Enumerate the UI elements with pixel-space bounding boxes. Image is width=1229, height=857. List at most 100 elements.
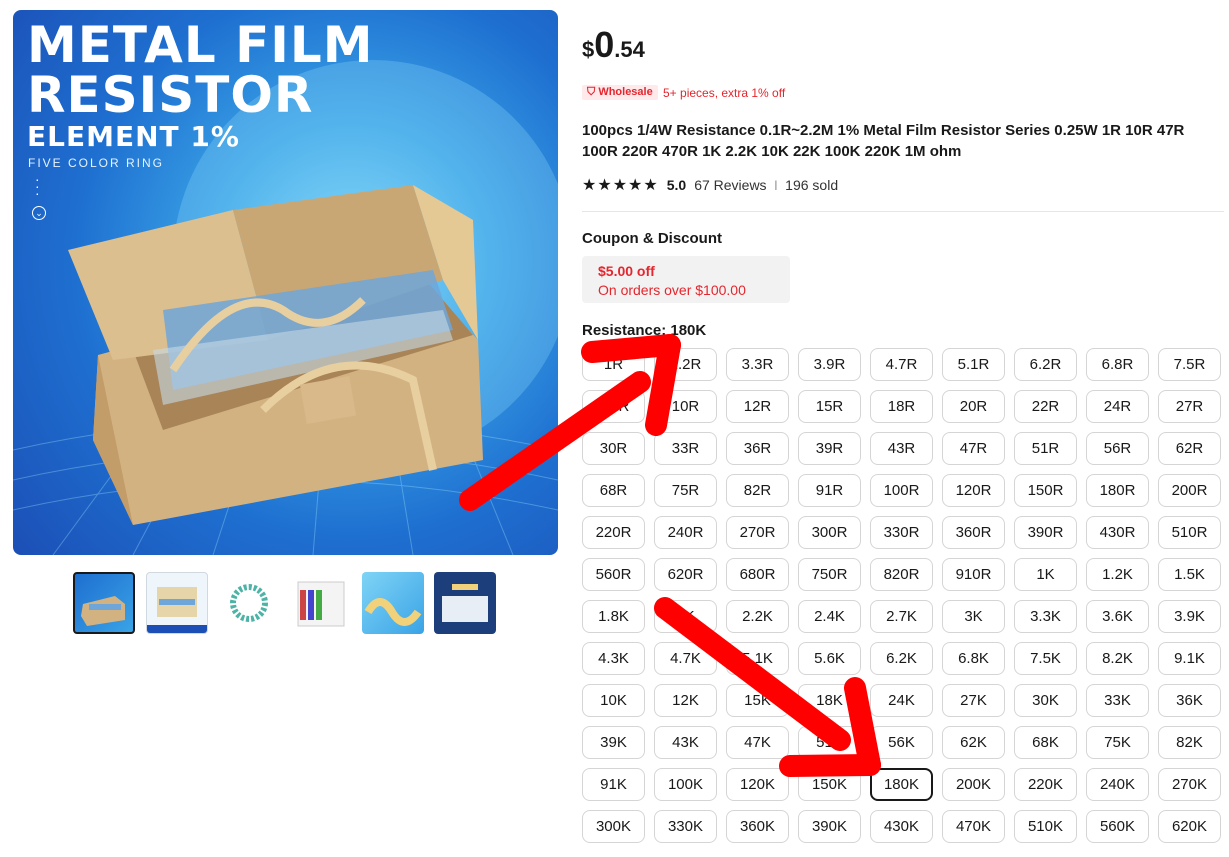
resistance-option[interactable]: 47K — [726, 726, 789, 759]
resistance-option[interactable]: 5.1K — [726, 642, 789, 675]
resistance-option[interactable]: 43K — [654, 726, 717, 759]
resistance-option[interactable]: 24R — [1086, 390, 1149, 423]
resistance-option[interactable]: 18R — [870, 390, 933, 423]
resistance-option[interactable]: 3K — [942, 600, 1005, 633]
resistance-option[interactable]: 7.5K — [1014, 642, 1077, 675]
resistance-option[interactable]: 100K — [654, 768, 717, 801]
resistance-option[interactable]: 330K — [654, 810, 717, 843]
resistance-option[interactable]: 2K — [654, 600, 717, 633]
resistance-option[interactable]: 120K — [726, 768, 789, 801]
resistance-option[interactable]: 91K — [582, 768, 645, 801]
resistance-option[interactable]: 27R — [1158, 390, 1221, 423]
resistance-option[interactable]: 1.8K — [582, 600, 645, 633]
resistance-option[interactable]: 24K — [870, 684, 933, 717]
resistance-option[interactable]: 3.3K — [1014, 600, 1077, 633]
resistance-option[interactable]: 4.3K — [582, 642, 645, 675]
resistance-option[interactable]: 1K — [1014, 558, 1077, 591]
resistance-option[interactable]: 510K — [1014, 810, 1077, 843]
resistance-option[interactable]: 2.7K — [870, 600, 933, 633]
resistance-option[interactable]: 8.2K — [1086, 642, 1149, 675]
resistance-option[interactable]: 18K — [798, 684, 861, 717]
resistance-option[interactable]: 4.7R — [870, 348, 933, 381]
resistance-option[interactable]: 10R — [654, 390, 717, 423]
resistance-option[interactable]: 360K — [726, 810, 789, 843]
resistance-option[interactable]: 560R — [582, 558, 645, 591]
resistance-option[interactable]: 680R — [726, 558, 789, 591]
resistance-option[interactable]: 3.6K — [1086, 600, 1149, 633]
resistance-option[interactable]: 39K — [582, 726, 645, 759]
resistance-option[interactable]: 51R — [1014, 432, 1077, 465]
resistance-option[interactable]: 9.1K — [1158, 642, 1221, 675]
resistance-option[interactable]: 75K — [1086, 726, 1149, 759]
resistance-option[interactable]: 2.2R — [654, 348, 717, 381]
resistance-option[interactable]: 270R — [726, 516, 789, 549]
resistance-option[interactable]: 39R — [798, 432, 861, 465]
resistance-option[interactable]: 510R — [1158, 516, 1221, 549]
resistance-option[interactable]: 3.3R — [726, 348, 789, 381]
resistance-option[interactable]: 47R — [942, 432, 1005, 465]
resistance-option[interactable]: 75R — [654, 474, 717, 507]
resistance-option[interactable]: 68K — [1014, 726, 1077, 759]
resistance-option[interactable]: 200K — [942, 768, 1005, 801]
resistance-option[interactable]: 1.2K — [1086, 558, 1149, 591]
thumbnail-5[interactable] — [362, 572, 424, 634]
resistance-option[interactable]: 2.2K — [726, 600, 789, 633]
resistance-option[interactable]: 20R — [942, 390, 1005, 423]
resistance-option[interactable]: 15K — [726, 684, 789, 717]
resistance-option[interactable]: 43R — [870, 432, 933, 465]
resistance-option[interactable]: 82R — [726, 474, 789, 507]
resistance-option[interactable]: 560K — [1086, 810, 1149, 843]
resistance-option[interactable]: 33K — [1086, 684, 1149, 717]
resistance-option[interactable]: 430K — [870, 810, 933, 843]
resistance-option[interactable]: 56K — [870, 726, 933, 759]
resistance-option[interactable]: 330R — [870, 516, 933, 549]
resistance-option[interactable]: 82K — [1158, 726, 1221, 759]
resistance-option[interactable]: 2.4K — [798, 600, 861, 633]
thumbnail-2[interactable] — [146, 572, 208, 634]
resistance-option[interactable]: 6.2K — [870, 642, 933, 675]
resistance-option[interactable]: 220R — [582, 516, 645, 549]
resistance-option[interactable]: 6.8R — [1086, 348, 1149, 381]
thumbnail-3[interactable] — [218, 572, 280, 634]
resistance-option[interactable]: 51K — [798, 726, 861, 759]
resistance-option[interactable]: 8.2R — [582, 390, 645, 423]
resistance-option[interactable]: 240K — [1086, 768, 1149, 801]
resistance-option[interactable]: 620K — [1158, 810, 1221, 843]
coupon-card[interactable]: $5.00 off On orders over $100.00 — [582, 256, 790, 303]
resistance-option[interactable]: 150R — [1014, 474, 1077, 507]
resistance-option[interactable]: 27K — [942, 684, 1005, 717]
resistance-option[interactable]: 750R — [798, 558, 861, 591]
resistance-option[interactable]: 30K — [1014, 684, 1077, 717]
resistance-option[interactable]: 470K — [942, 810, 1005, 843]
resistance-option[interactable]: 300R — [798, 516, 861, 549]
resistance-option[interactable]: 62K — [942, 726, 1005, 759]
resistance-option[interactable]: 390K — [798, 810, 861, 843]
resistance-option[interactable]: 91R — [798, 474, 861, 507]
resistance-option[interactable]: 68R — [582, 474, 645, 507]
thumbnail-1[interactable] — [73, 572, 135, 634]
resistance-option[interactable]: 910R — [942, 558, 1005, 591]
resistance-option[interactable]: 180R — [1086, 474, 1149, 507]
resistance-option[interactable]: 56R — [1086, 432, 1149, 465]
resistance-option[interactable]: 4.7K — [654, 642, 717, 675]
resistance-option[interactable]: 620R — [654, 558, 717, 591]
resistance-option[interactable]: 3.9R — [798, 348, 861, 381]
resistance-option[interactable]: 100R — [870, 474, 933, 507]
resistance-option[interactable]: 1.5K — [1158, 558, 1221, 591]
resistance-option[interactable]: 5.6K — [798, 642, 861, 675]
resistance-option[interactable]: 1R — [582, 348, 645, 381]
resistance-option[interactable]: 30R — [582, 432, 645, 465]
resistance-option[interactable]: 62R — [1158, 432, 1221, 465]
resistance-option[interactable]: 120R — [942, 474, 1005, 507]
resistance-option[interactable]: 360R — [942, 516, 1005, 549]
resistance-option[interactable]: 7.5R — [1158, 348, 1221, 381]
chevron-down-icon[interactable]: ⌄ — [32, 206, 46, 220]
resistance-option[interactable]: 820R — [870, 558, 933, 591]
resistance-option[interactable]: 10K — [582, 684, 645, 717]
thumbnail-6[interactable] — [434, 572, 496, 634]
resistance-option[interactable]: 430R — [1086, 516, 1149, 549]
resistance-option[interactable]: 240R — [654, 516, 717, 549]
resistance-option[interactable]: 180K — [870, 768, 933, 801]
resistance-option[interactable]: 390R — [1014, 516, 1077, 549]
resistance-option[interactable]: 300K — [582, 810, 645, 843]
